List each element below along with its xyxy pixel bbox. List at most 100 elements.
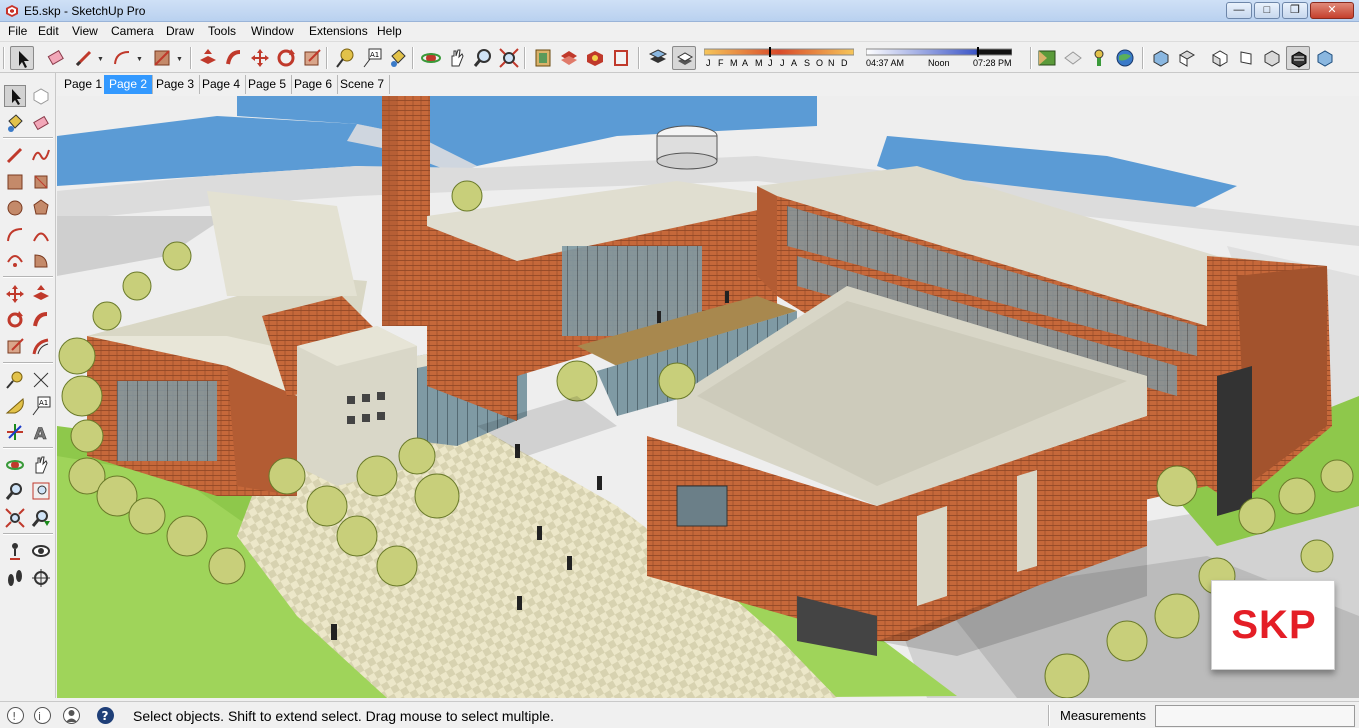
top-view-icon[interactable] <box>1175 46 1199 70</box>
arc-icon[interactable] <box>110 46 134 70</box>
extension-icon[interactable] <box>583 46 607 70</box>
text-icon[interactable]: A1 <box>360 46 384 70</box>
orbit-icon[interactable] <box>4 454 26 476</box>
push-pull-icon[interactable] <box>196 46 220 70</box>
front-view-icon[interactable] <box>1208 46 1232 70</box>
walk-icon[interactable] <box>4 567 26 589</box>
look-around-icon[interactable] <box>30 540 52 562</box>
scale-icon[interactable] <box>300 46 324 70</box>
menu-edit[interactable]: Edit <box>38 24 59 38</box>
components-icon[interactable] <box>557 46 581 70</box>
two-point-arc-icon[interactable] <box>30 224 52 246</box>
eraser-icon[interactable] <box>30 112 52 134</box>
move-icon[interactable] <box>4 283 26 305</box>
geo-location-status-icon[interactable]: ! <box>6 706 25 725</box>
arc-icon[interactable] <box>4 224 26 246</box>
tab-page-2[interactable]: Page 2 <box>104 75 154 94</box>
svg-text:A: A <box>34 424 47 443</box>
offset-icon[interactable] <box>30 336 52 358</box>
pencil-icon[interactable] <box>72 46 96 70</box>
right-view-icon[interactable] <box>1234 46 1258 70</box>
shadows-icon[interactable] <box>646 46 670 70</box>
protractor-icon[interactable] <box>4 395 26 417</box>
menu-window[interactable]: Window <box>251 24 294 38</box>
freehand-icon[interactable] <box>30 144 52 166</box>
rotate-icon[interactable] <box>274 46 298 70</box>
tab-page-3[interactable]: Page 3 <box>151 75 201 94</box>
axes-icon[interactable] <box>4 421 26 443</box>
pan-icon[interactable] <box>30 454 52 476</box>
tab-page-1[interactable]: Page 1 <box>59 75 109 94</box>
styles-icon[interactable] <box>1061 46 1085 70</box>
zoom-icon[interactable] <box>4 480 26 502</box>
move-icon[interactable] <box>248 46 272 70</box>
sandbox-icon[interactable] <box>1035 46 1059 70</box>
zoom-window-icon[interactable] <box>30 480 52 502</box>
tab-page-6[interactable]: Page 6 <box>289 75 339 94</box>
maximize-button[interactable]: □ <box>1254 2 1280 19</box>
follow-me-icon[interactable] <box>222 46 246 70</box>
polygon-icon[interactable] <box>30 197 52 219</box>
rotated-rectangle-icon[interactable] <box>30 171 52 193</box>
pie-icon[interactable] <box>30 250 52 272</box>
rectangle-icon[interactable] <box>4 171 26 193</box>
tab-page-5[interactable]: Page 5 <box>243 75 293 94</box>
select-icon[interactable] <box>4 85 26 107</box>
circle-icon[interactable] <box>4 197 26 219</box>
text-icon[interactable]: A1 <box>30 395 52 417</box>
user-status-icon[interactable] <box>62 706 81 725</box>
dimension-icon[interactable] <box>30 369 52 391</box>
rectangle-icon[interactable] <box>150 46 174 70</box>
measurements-input[interactable] <box>1155 705 1355 727</box>
select-icon[interactable] <box>10 46 34 70</box>
menu-view[interactable]: View <box>72 24 98 38</box>
tab-scene-7[interactable]: Scene 7 <box>335 75 391 94</box>
three-point-arc-icon[interactable] <box>4 250 26 272</box>
tab-page-4[interactable]: Page 4 <box>197 75 247 94</box>
credits-status-icon[interactable]: i <box>33 706 52 725</box>
time-slider[interactable] <box>866 47 1012 57</box>
close-button[interactable]: ✕ <box>1310 2 1354 19</box>
pan-icon[interactable] <box>445 46 469 70</box>
geolocation-icon[interactable] <box>1087 46 1111 70</box>
warehouse-icon[interactable] <box>531 46 555 70</box>
paint-bucket-icon[interactable] <box>386 46 410 70</box>
zoom-extents-icon[interactable] <box>497 46 521 70</box>
scale-icon[interactable] <box>4 336 26 358</box>
menu-draw[interactable]: Draw <box>166 24 194 38</box>
menu-extensions[interactable]: Extensions <box>309 24 368 38</box>
orbit-icon[interactable] <box>419 46 443 70</box>
zoom-icon[interactable] <box>471 46 495 70</box>
minimize-button[interactable]: — <box>1226 2 1252 19</box>
tape-measure-icon[interactable] <box>333 46 357 70</box>
menu-tools[interactable]: Tools <box>208 24 236 38</box>
position-camera-icon[interactable] <box>4 540 26 562</box>
main-toolbar: ▼ ▼ ▼ A1 <box>0 41 1359 73</box>
tape-measure-icon[interactable] <box>4 369 26 391</box>
left-view-icon[interactable] <box>1286 46 1310 70</box>
line-icon[interactable] <box>4 144 26 166</box>
eraser-icon[interactable] <box>44 46 68 70</box>
menu-help[interactable]: Help <box>377 24 402 38</box>
previous-view-icon[interactable] <box>30 507 52 529</box>
model-viewport[interactable]: SKP <box>57 96 1359 698</box>
section-plane-icon[interactable] <box>609 46 633 70</box>
help-icon[interactable]: ? <box>96 706 115 725</box>
menu-camera[interactable]: Camera <box>111 24 154 38</box>
menu-file[interactable]: File <box>8 24 27 38</box>
back-view-icon[interactable] <box>1260 46 1284 70</box>
push-pull-icon[interactable] <box>30 283 52 305</box>
section-plane-icon[interactable] <box>30 567 52 589</box>
iso-view-icon[interactable] <box>1149 46 1173 70</box>
fog-icon[interactable] <box>672 46 696 70</box>
views-icon[interactable] <box>1113 46 1137 70</box>
3d-text-icon[interactable]: A <box>30 421 52 443</box>
month-slider[interactable] <box>704 47 854 57</box>
restore-button[interactable]: ❐ <box>1282 2 1308 19</box>
follow-me-icon[interactable] <box>30 309 52 331</box>
make-component-icon[interactable] <box>30 85 52 107</box>
paint-bucket-icon[interactable] <box>4 112 26 134</box>
rotate-icon[interactable] <box>4 309 26 331</box>
xray-icon[interactable] <box>1313 46 1337 70</box>
zoom-extents-icon[interactable] <box>4 507 26 529</box>
